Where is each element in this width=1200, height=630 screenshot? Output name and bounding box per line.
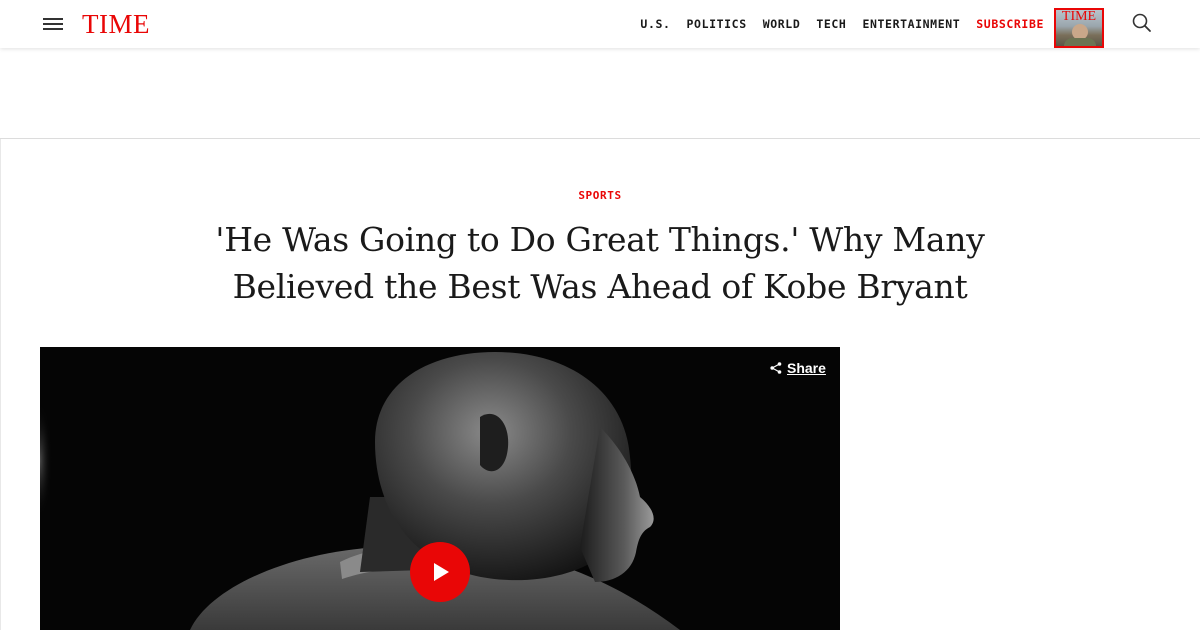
cover-logo: TIME: [1061, 9, 1097, 24]
share-label: Share: [787, 360, 826, 376]
section-label[interactable]: SPORTS: [0, 189, 1200, 202]
play-button[interactable]: [410, 542, 470, 602]
nav-item-world[interactable]: WORLD: [763, 17, 801, 31]
subscribe-link[interactable]: SUBSCRIBE: [976, 17, 1044, 31]
nav-item-entertainment[interactable]: ENTERTAINMENT: [862, 17, 960, 31]
time-logo[interactable]: TIME: [82, 9, 150, 39]
search-icon[interactable]: [1130, 11, 1154, 35]
hamburger-menu-icon[interactable]: [40, 14, 66, 34]
magazine-cover-thumbnail[interactable]: TIME: [1054, 8, 1104, 48]
nav-item-politics[interactable]: POLITICS: [687, 17, 747, 31]
share-icon: [770, 362, 782, 374]
ad-slot: [0, 48, 1200, 139]
site-header: TIME U.S. POLITICS WORLD TECH ENTERTAINM…: [0, 0, 1200, 48]
share-button[interactable]: Share: [769, 359, 826, 377]
cover-portrait-body: [1064, 38, 1096, 46]
nav-item-tech[interactable]: TECH: [816, 17, 846, 31]
article-headline: 'He Was Going to Do Great Things.' Why M…: [215, 220, 985, 306]
nav-item-us[interactable]: U.S.: [640, 17, 670, 31]
play-icon: [434, 563, 449, 581]
main-nav: U.S. POLITICS WORLD TECH ENTERTAINMENT S…: [624, 0, 1044, 48]
content-divider: [0, 139, 1, 630]
